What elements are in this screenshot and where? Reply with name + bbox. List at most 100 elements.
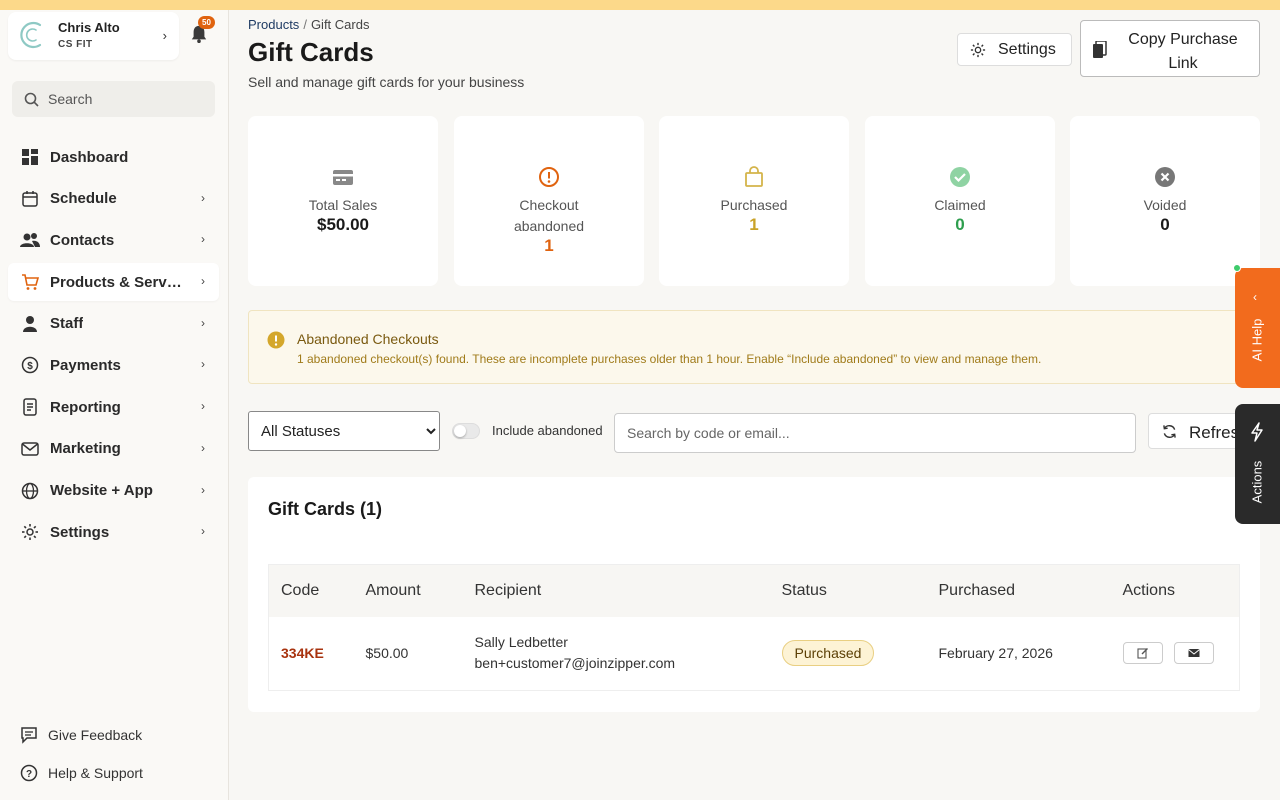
stat-value: 1	[544, 236, 554, 255]
gift-card-search-input[interactable]	[614, 413, 1136, 453]
actions-tab[interactable]: Actions	[1235, 404, 1280, 524]
dashboard-icon	[20, 147, 40, 167]
recipient-email: ben+customer7@joinzipper.com	[474, 655, 676, 672]
sidebar-item-marketing[interactable]: Marketing ›	[8, 430, 219, 468]
sidebar-item-website-app[interactable]: Website + App ›	[8, 472, 219, 510]
help-support-label: Help & Support	[48, 765, 143, 781]
help-support-link[interactable]: ? Help & Support	[20, 764, 143, 782]
sidebar-item-contacts[interactable]: Contacts ›	[8, 221, 219, 259]
column-header-actions: Actions	[1122, 581, 1175, 599]
gift-card-purchased-date: February 27, 2026	[938, 645, 1053, 662]
page-subtitle: Sell and manage gift cards for your busi…	[248, 74, 525, 90]
settings-button-label: Settings	[998, 40, 1056, 58]
feedback-icon	[21, 727, 37, 744]
stat-card-checkout-abandoned: Checkout abandoned 1	[454, 116, 644, 286]
notifications-button[interactable]: 50	[190, 16, 215, 46]
email-gift-card-button[interactable]	[1174, 642, 1215, 665]
abandoned-checkouts-alert: Abandoned Checkouts 1 abandoned checkout…	[248, 310, 1248, 384]
ai-help-label: AI Help	[1249, 318, 1265, 362]
report-icon	[20, 397, 40, 417]
help-icon: ?	[20, 764, 38, 782]
sidebar-item-products-services[interactable]: Products & Servi... ›	[8, 263, 219, 302]
breadcrumb: Products / Gift Cards	[248, 17, 369, 32]
stat-value: 0	[1160, 215, 1170, 234]
account-switcher[interactable]: Chris Alto CS FIT ›	[8, 12, 179, 60]
breadcrumb-separator: /	[303, 17, 307, 32]
shopping-bag-icon	[745, 166, 763, 187]
status-badge: Purchased	[781, 640, 875, 667]
stat-card-total-sales: Total Sales $50.00	[248, 116, 438, 286]
table-row[interactable]: 334KE $50.00 Sally Ledbetter ben+custome…	[269, 617, 1240, 691]
status-filter-select[interactable]: All Statuses	[248, 411, 440, 451]
column-header-purchased[interactable]: Purchased	[927, 565, 1111, 617]
give-feedback-label: Give Feedback	[48, 727, 143, 743]
sidebar-item-label: Schedule	[50, 190, 117, 208]
ai-help-tab[interactable]: ‹ AI Help	[1233, 264, 1280, 388]
breadcrumb-products-link[interactable]: Products	[248, 17, 299, 32]
credit-card-icon	[333, 170, 353, 185]
sidebar-item-label: Staff	[50, 315, 84, 333]
column-header-status[interactable]: Status	[770, 565, 927, 617]
sidebar-search[interactable]	[12, 81, 215, 117]
gear-icon	[20, 522, 40, 542]
svg-text:$: $	[27, 361, 33, 372]
top-banner-strip	[0, 0, 1280, 10]
alert-title: Abandoned Checkouts	[297, 331, 439, 347]
stat-value: 1	[749, 215, 759, 234]
chevron-right-icon: ›	[201, 190, 205, 205]
stat-card-purchased: Purchased 1	[659, 116, 849, 286]
sidebar: Chris Alto CS FIT › 50 Dashboard Schedul…	[0, 10, 229, 800]
gear-icon	[970, 42, 986, 57]
alert-circle-icon	[539, 167, 559, 187]
search-icon	[24, 92, 39, 107]
sidebar-item-staff[interactable]: Staff ›	[8, 305, 219, 343]
sidebar-item-label: Website + App	[50, 482, 153, 499]
sidebar-item-label: Products & Servi...	[50, 273, 182, 291]
stat-value: $50.00	[317, 215, 369, 234]
edit-gift-card-button[interactable]	[1122, 642, 1163, 665]
gift-cards-card: Gift Cards (1) Code Amount Recipient Sta…	[248, 477, 1260, 712]
sidebar-nav: Dashboard Schedule › Contacts › Products…	[8, 138, 219, 555]
table-header-row: Code Amount Recipient Status Purchased A…	[268, 564, 1240, 617]
actions-label: Actions	[1249, 460, 1265, 504]
svg-text:?: ?	[26, 769, 32, 780]
copy-icon	[1093, 41, 1107, 58]
column-header-code[interactable]: Code	[269, 565, 354, 617]
alert-text: 1 abandoned checkout(s) found. These are…	[297, 352, 1042, 366]
column-header-amount[interactable]: Amount	[354, 565, 463, 617]
stat-label: Claimed	[934, 197, 986, 213]
sidebar-item-payments[interactable]: $ Payments ›	[8, 346, 219, 384]
chevron-right-icon: ›	[201, 440, 205, 455]
column-header-recipient[interactable]: Recipient	[463, 565, 770, 617]
sidebar-item-settings[interactable]: Settings ›	[8, 513, 219, 551]
gift-card-status-cell: Purchased	[770, 617, 927, 691]
sidebar-item-label: Contacts	[50, 231, 115, 249]
chevron-right-icon: ›	[201, 315, 205, 330]
copy-purchase-link-button[interactable]: Copy Purchase Link	[1080, 20, 1260, 77]
chevron-right-icon: ›	[201, 357, 205, 372]
account-org: CS FIT	[58, 39, 93, 50]
stat-card-voided: Voided 0	[1070, 116, 1260, 286]
sidebar-item-reporting[interactable]: Reporting ›	[8, 388, 219, 426]
settings-button[interactable]: Settings	[957, 33, 1072, 66]
person-icon	[20, 314, 40, 334]
cart-icon	[20, 272, 40, 292]
include-abandoned-toggle[interactable]	[452, 423, 480, 439]
chevron-right-icon: ›	[201, 399, 205, 414]
calendar-icon	[20, 189, 40, 209]
sidebar-item-schedule[interactable]: Schedule ›	[8, 180, 219, 218]
include-abandoned-label: Include abandoned	[492, 423, 603, 438]
gift-card-code[interactable]: 334KE	[269, 617, 354, 691]
refresh-button[interactable]: Refresh	[1148, 413, 1248, 449]
gift-card-actions	[1111, 617, 1240, 691]
chevron-right-icon: ›	[201, 524, 205, 539]
chevron-right-icon: ›	[162, 28, 167, 43]
lightning-icon	[1251, 422, 1263, 442]
gift-cards-table: Code Amount Recipient Status Purchased A…	[268, 564, 1240, 691]
give-feedback-link[interactable]: Give Feedback	[20, 726, 142, 744]
sidebar-item-dashboard[interactable]: Dashboard	[8, 138, 219, 176]
sidebar-search-input[interactable]	[48, 81, 208, 117]
dollar-icon: $	[20, 355, 40, 375]
chevron-right-icon: ›	[201, 274, 205, 289]
sidebar-item-label: Reporting	[50, 398, 121, 416]
